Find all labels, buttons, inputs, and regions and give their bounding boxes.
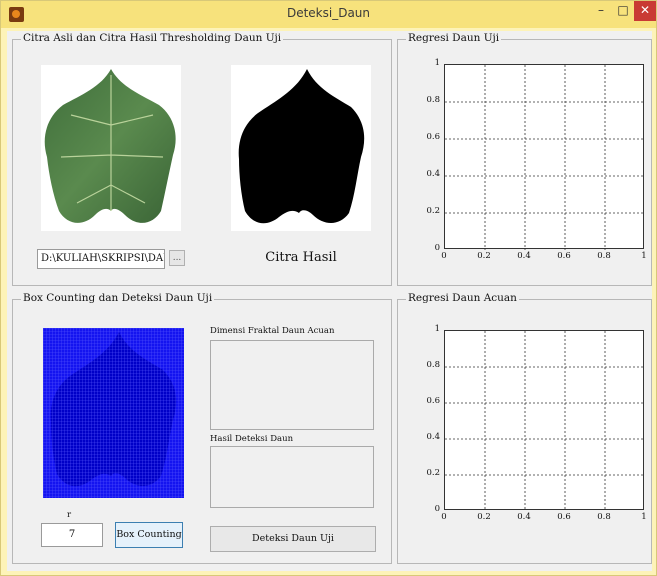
dimensi-fraktal-textbox[interactable] (210, 340, 374, 430)
deteksi-daun-uji-button[interactable]: Deteksi Daun Uji (210, 526, 376, 552)
x-tick-label: 0.4 (517, 251, 531, 261)
regresi-uji-grid (445, 65, 645, 250)
panel-box-title: Box Counting dan Deteksi Daun Uji (21, 292, 215, 304)
x-tick-label: 0.8 (597, 512, 611, 522)
y-tick-label: 0 (434, 504, 440, 514)
regresi-uji-axes[interactable] (444, 64, 645, 250)
regresi-acuan-grid (445, 331, 645, 511)
y-tick-label: 0.8 (426, 95, 440, 105)
y-tick-label: 0.4 (426, 169, 440, 179)
threshold-result-image (231, 65, 371, 231)
y-tick-label: 1 (434, 58, 440, 68)
y-tick-label: 0.6 (426, 132, 440, 142)
box-counting-graphic (43, 328, 184, 498)
x-tick-label: 0.2 (477, 251, 491, 261)
x-tick-label: 0.6 (557, 251, 571, 261)
y-tick-label: 0.8 (426, 360, 440, 370)
hasil-deteksi-label: Hasil Deteksi Daun (210, 434, 294, 444)
y-tick-label: 0.6 (426, 396, 440, 406)
panel-citra: Citra Asli dan Citra Hasil Thresholding … (12, 32, 392, 286)
dimensi-fraktal-label: Dimensi Fraktal Daun Acuan (210, 326, 335, 336)
r-label: r (67, 510, 72, 520)
y-tick-label: 1 (434, 324, 440, 334)
x-tick-label: 0.4 (517, 512, 531, 522)
leaf-photo-graphic (44, 69, 176, 223)
hasil-deteksi-textbox[interactable] (210, 446, 374, 508)
title-bar[interactable]: Deteksi_Daun – □ ✕ (1, 1, 656, 28)
y-tick-label: 0.2 (426, 206, 440, 216)
original-leaf-image (41, 65, 181, 231)
box-counting-button[interactable]: Box Counting (115, 522, 183, 548)
panel-citra-title: Citra Asli dan Citra Hasil Thresholding … (21, 32, 284, 44)
close-icon[interactable]: ✕ (634, 1, 656, 21)
app-window: Deteksi_Daun – □ ✕ Citra Asli dan Citra … (0, 0, 657, 576)
x-tick-label: 1 (641, 251, 647, 261)
panel-regresi-acuan-title: Regresi Daun Acuan (406, 292, 519, 304)
y-tick-label: 0 (434, 243, 440, 253)
browse-button[interactable]: ... (169, 250, 185, 266)
maximize-icon[interactable]: □ (612, 1, 634, 21)
panel-regresi-acuan: Regresi Daun Acuan 0 0.2 0.4 0.6 0.8 1 0 0.2 0.4… (397, 292, 652, 564)
y-tick-label: 0.4 (426, 432, 440, 442)
minimize-icon[interactable]: – (590, 1, 612, 21)
result-caption: Citra Hasil (265, 250, 337, 265)
x-tick-label: 0.2 (477, 512, 491, 522)
leaf-silhouette-graphic (238, 69, 365, 224)
x-tick-label: 1 (641, 512, 647, 522)
x-tick-label: 0.6 (557, 512, 571, 522)
panel-regresi-uji: Regresi Daun Uji 0 0.2 0.4 0.6 0.8 1 0 0.2 0.4 0.… (397, 32, 652, 286)
image-path-field[interactable]: D:\KULIAH\SKRIPSI\DAU (37, 249, 165, 269)
r-value-input[interactable]: 7 (41, 523, 103, 547)
regresi-acuan-axes[interactable] (444, 330, 645, 511)
x-tick-label: 0.8 (597, 251, 611, 261)
figure-client-area: Citra Asli dan Citra Hasil Thresholding … (7, 31, 652, 571)
box-counting-grid-image (43, 328, 184, 498)
panel-box-counting: Box Counting dan Deteksi Daun Uji r 7 Bo… (12, 292, 392, 564)
panel-regresi-uji-title: Regresi Daun Uji (406, 32, 502, 44)
window-title: Deteksi_Daun (286, 6, 371, 20)
y-tick-label: 0.2 (426, 468, 440, 478)
